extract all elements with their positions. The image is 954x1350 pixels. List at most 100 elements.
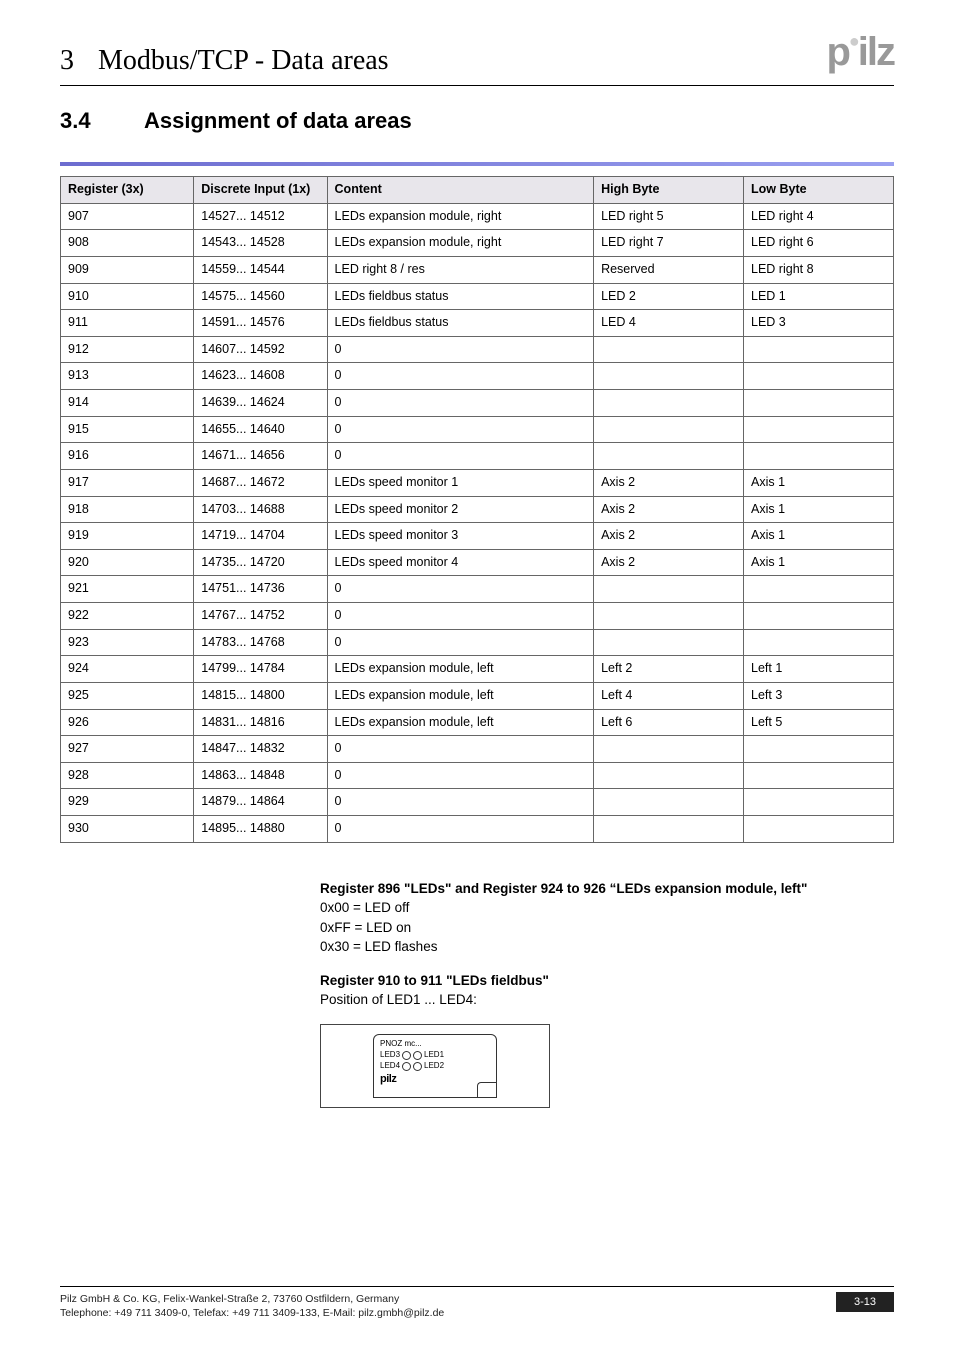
cell-reg: 911 bbox=[61, 310, 194, 337]
cell-high bbox=[594, 789, 744, 816]
table-row: 91114591... 14576LEDs fieldbus statusLED… bbox=[61, 310, 894, 337]
led1-icon bbox=[413, 1051, 422, 1060]
cell-content: LEDs speed monitor 3 bbox=[327, 523, 594, 550]
cell-content: 0 bbox=[327, 390, 594, 417]
cell-high bbox=[594, 576, 744, 603]
cell-high: Axis 2 bbox=[594, 549, 744, 576]
table-row: 91714687... 14672LEDs speed monitor 1Axi… bbox=[61, 469, 894, 496]
plate-row-2: LED4 LED2 bbox=[380, 1061, 490, 1071]
cell-reg: 929 bbox=[61, 789, 194, 816]
table-row: 92514815... 14800LEDs expansion module, … bbox=[61, 682, 894, 709]
section-heading: 3.4 Assignment of data areas bbox=[60, 108, 894, 134]
cell-low: Axis 1 bbox=[744, 496, 894, 523]
cell-low: Axis 1 bbox=[744, 549, 894, 576]
cell-content: LEDs expansion module, right bbox=[327, 230, 594, 257]
cell-reg: 924 bbox=[61, 656, 194, 683]
cell-low bbox=[744, 443, 894, 470]
cell-high: LED right 7 bbox=[594, 230, 744, 257]
cell-di: 14799... 14784 bbox=[194, 656, 327, 683]
cell-content: LEDs expansion module, right bbox=[327, 203, 594, 230]
brand-logo: p●ilz bbox=[826, 36, 894, 68]
chapter-title: Modbus/TCP - Data areas bbox=[98, 45, 826, 77]
body-heading-2: Register 910 to 911 "LEDs fieldbus" bbox=[320, 971, 894, 991]
device-plate: PNOZ mc... LED3 LED1 LED4 LED2 pilz bbox=[373, 1034, 497, 1098]
th-high: High Byte bbox=[594, 177, 744, 204]
table-row: 91014575... 14560LEDs fieldbus statusLED… bbox=[61, 283, 894, 310]
table-row: 90914559... 14544LED right 8 / resReserv… bbox=[61, 256, 894, 283]
th-discrete: Discrete Input (1x) bbox=[194, 177, 327, 204]
cell-di: 14559... 14544 bbox=[194, 256, 327, 283]
footer-line-2: Telephone: +49 711 3409-0, Telefax: +49 … bbox=[60, 1306, 444, 1320]
body-line-4: Position of LED1 ... LED4: bbox=[320, 990, 894, 1010]
cell-high: Axis 2 bbox=[594, 496, 744, 523]
cell-content: 0 bbox=[327, 416, 594, 443]
cell-content: LEDs fieldbus status bbox=[327, 283, 594, 310]
table-row: 90714527... 14512LEDs expansion module, … bbox=[61, 203, 894, 230]
cell-high bbox=[594, 443, 744, 470]
cell-reg: 907 bbox=[61, 203, 194, 230]
cell-content: LEDs speed monitor 2 bbox=[327, 496, 594, 523]
body-line-1: 0x00 = LED off bbox=[320, 898, 894, 918]
cell-low bbox=[744, 816, 894, 843]
body-line-3: 0x30 = LED flashes bbox=[320, 937, 894, 957]
cell-content: 0 bbox=[327, 363, 594, 390]
cell-di: 14591... 14576 bbox=[194, 310, 327, 337]
cell-di: 14607... 14592 bbox=[194, 336, 327, 363]
cell-low: Left 1 bbox=[744, 656, 894, 683]
cell-reg: 920 bbox=[61, 549, 194, 576]
table-row: 93014895... 148800 bbox=[61, 816, 894, 843]
cell-content: LEDs fieldbus status bbox=[327, 310, 594, 337]
cell-low bbox=[744, 736, 894, 763]
cell-di: 14719... 14704 bbox=[194, 523, 327, 550]
cell-high bbox=[594, 336, 744, 363]
cell-high bbox=[594, 603, 744, 630]
cell-reg: 908 bbox=[61, 230, 194, 257]
cell-di: 14639... 14624 bbox=[194, 390, 327, 417]
table-row: 91314623... 146080 bbox=[61, 363, 894, 390]
cell-high: Left 2 bbox=[594, 656, 744, 683]
cell-reg: 926 bbox=[61, 709, 194, 736]
cell-high: LED 2 bbox=[594, 283, 744, 310]
cell-content: 0 bbox=[327, 336, 594, 363]
section-title: Assignment of data areas bbox=[144, 108, 412, 134]
cell-di: 14671... 14656 bbox=[194, 443, 327, 470]
cell-high bbox=[594, 390, 744, 417]
table-row: 91614671... 146560 bbox=[61, 443, 894, 470]
table-row: 92414799... 14784LEDs expansion module, … bbox=[61, 656, 894, 683]
table-row: 92614831... 14816LEDs expansion module, … bbox=[61, 709, 894, 736]
table-row: 91914719... 14704LEDs speed monitor 3Axi… bbox=[61, 523, 894, 550]
cell-content: 0 bbox=[327, 762, 594, 789]
th-register: Register (3x) bbox=[61, 177, 194, 204]
table-row: 92014735... 14720LEDs speed monitor 4Axi… bbox=[61, 549, 894, 576]
cell-high bbox=[594, 416, 744, 443]
cell-di: 14815... 14800 bbox=[194, 682, 327, 709]
section-number: 3.4 bbox=[60, 108, 144, 134]
cell-di: 14735... 14720 bbox=[194, 549, 327, 576]
cell-reg: 912 bbox=[61, 336, 194, 363]
cell-reg: 918 bbox=[61, 496, 194, 523]
cell-low: LED right 8 bbox=[744, 256, 894, 283]
cell-high bbox=[594, 363, 744, 390]
th-low: Low Byte bbox=[744, 177, 894, 204]
body-paragraphs: Register 896 "LEDs" and Register 924 to … bbox=[320, 879, 894, 1010]
data-areas-table: Register (3x) Discrete Input (1x) Conten… bbox=[60, 176, 894, 843]
cell-content: 0 bbox=[327, 736, 594, 763]
cell-high bbox=[594, 629, 744, 656]
cell-di: 14879... 14864 bbox=[194, 789, 327, 816]
cell-high: Axis 2 bbox=[594, 469, 744, 496]
cell-reg: 913 bbox=[61, 363, 194, 390]
label-led2: LED2 bbox=[424, 1061, 444, 1071]
page-number-badge: 3-13 bbox=[836, 1292, 894, 1312]
cell-high bbox=[594, 736, 744, 763]
table-row: 92714847... 148320 bbox=[61, 736, 894, 763]
led-diagram: PNOZ mc... LED3 LED1 LED4 LED2 pilz bbox=[320, 1024, 550, 1108]
cell-content: LEDs expansion module, left bbox=[327, 656, 594, 683]
cell-di: 14863... 14848 bbox=[194, 762, 327, 789]
cell-reg: 919 bbox=[61, 523, 194, 550]
table-row: 91414639... 146240 bbox=[61, 390, 894, 417]
cell-reg: 916 bbox=[61, 443, 194, 470]
cell-di: 14655... 14640 bbox=[194, 416, 327, 443]
page-footer: Pilz GmbH & Co. KG, Felix-Wankel-Straße … bbox=[60, 1286, 894, 1320]
cell-low bbox=[744, 789, 894, 816]
cell-di: 14895... 14880 bbox=[194, 816, 327, 843]
